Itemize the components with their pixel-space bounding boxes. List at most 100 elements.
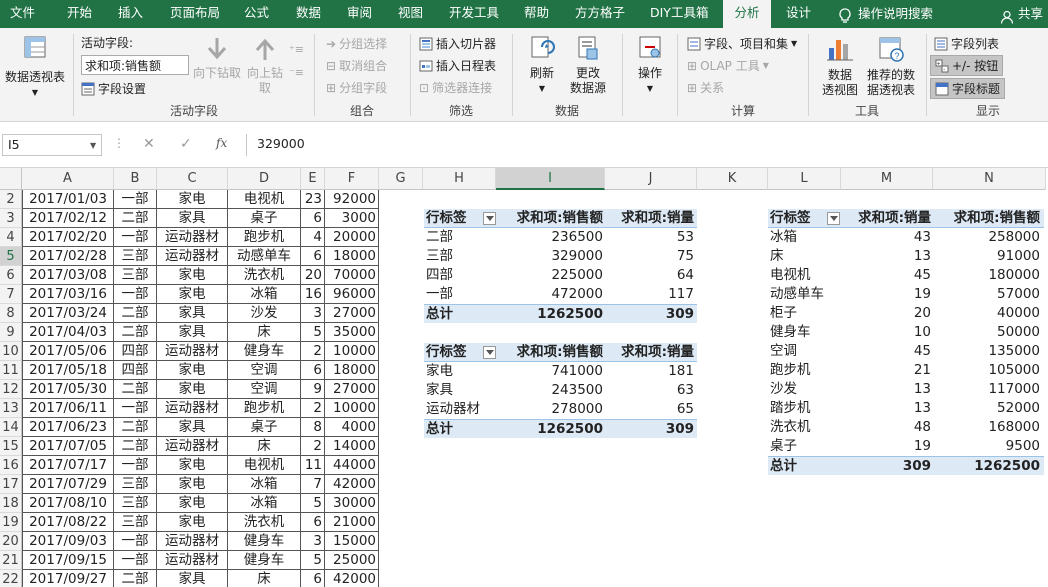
plus-minus-button[interactable]: + - +/- 按钮 xyxy=(930,55,1004,76)
group-selection-button[interactable]: ➔ 分组选择 xyxy=(326,35,387,52)
cell-e[interactable]: 20 xyxy=(301,266,325,285)
cell-d[interactable]: 桌子 xyxy=(228,209,301,228)
cell-c[interactable]: 家电 xyxy=(157,513,228,532)
pivot-row[interactable]: 三部 329000 75 xyxy=(424,247,697,266)
cell-e[interactable]: 16 xyxy=(301,285,325,304)
row-header[interactable]: 10 xyxy=(0,342,22,361)
row-header[interactable]: 12 xyxy=(0,380,22,399)
cell-f[interactable]: 35000 xyxy=(325,323,379,342)
row-header[interactable]: 4 xyxy=(0,228,22,247)
cell-e[interactable]: 5 xyxy=(301,494,325,513)
cell-d[interactable]: 床 xyxy=(228,570,301,587)
refresh-button[interactable]: 刷新 ▼ xyxy=(522,34,562,96)
cell-c[interactable]: 家具 xyxy=(157,323,228,342)
tab-design[interactable]: 设计 xyxy=(786,0,811,28)
recommended-pivot-button[interactable]: ? 推荐的数 据透视表 xyxy=(862,34,920,98)
column-header-k[interactable]: K xyxy=(697,168,768,190)
cell-d[interactable]: 洗衣机 xyxy=(228,266,301,285)
cell-d[interactable]: 电视机 xyxy=(228,190,301,209)
function-icon[interactable]: fx xyxy=(216,136,227,150)
cell-b[interactable]: 二部 xyxy=(114,418,157,437)
cell-e[interactable]: 3 xyxy=(301,532,325,551)
worksheet-grid[interactable]: ABCDEFGHIJKLMN 2 3 4 5 6 7 8 9 10 11 12 13 14 15 16 17 1… xyxy=(0,168,1048,587)
name-box-dropdown-icon[interactable]: ▼ xyxy=(90,141,96,150)
cell-d[interactable]: 健身车 xyxy=(228,551,301,570)
column-header-j[interactable]: J xyxy=(605,168,697,190)
row-header[interactable]: 18 xyxy=(0,494,22,513)
cell-b[interactable]: 一部 xyxy=(114,228,157,247)
row-header[interactable]: 14 xyxy=(0,418,22,437)
cell-e[interactable]: 7 xyxy=(301,475,325,494)
cell-d[interactable]: 冰箱 xyxy=(228,494,301,513)
cell-b[interactable]: 三部 xyxy=(114,494,157,513)
cell-a[interactable]: 2017/02/28 xyxy=(22,247,114,266)
cell-e[interactable]: 11 xyxy=(301,456,325,475)
cell-b[interactable]: 三部 xyxy=(114,513,157,532)
cell-e[interactable]: 6 xyxy=(301,361,325,380)
cell-d[interactable]: 空调 xyxy=(228,361,301,380)
cell-b[interactable]: 二部 xyxy=(114,323,157,342)
tab-view[interactable]: 视图 xyxy=(398,0,423,28)
cell-a[interactable]: 2017/03/16 xyxy=(22,285,114,304)
expand-collapse-icons[interactable]: ⁺≡ ⁻≡ xyxy=(289,38,304,84)
column-header-f[interactable]: F xyxy=(325,168,379,190)
cell-a[interactable]: 2017/07/17 xyxy=(22,456,114,475)
pivot-table-product[interactable]: 行标签 求和项:销量 求和项:销售额 冰箱 43 258000 床 13 91000 电视机 45 1… xyxy=(768,209,1044,475)
cell-a[interactable]: 2017/05/18 xyxy=(22,361,114,380)
cell-e[interactable]: 6 xyxy=(301,513,325,532)
cell-f[interactable]: 18000 xyxy=(325,247,379,266)
cell-c[interactable]: 家电 xyxy=(157,456,228,475)
row-header[interactable]: 8 xyxy=(0,304,22,323)
cell-b[interactable]: 四部 xyxy=(114,361,157,380)
cell-c[interactable]: 运动器材 xyxy=(157,247,228,266)
pivot-total-row[interactable]: 总计 1262500 309 xyxy=(424,304,697,323)
pivot-row[interactable]: 踏步机 13 52000 xyxy=(768,399,1044,418)
row-header[interactable]: 17 xyxy=(0,475,22,494)
column-header-g[interactable]: G xyxy=(379,168,423,190)
cell-a[interactable]: 2017/08/22 xyxy=(22,513,114,532)
cell-e[interactable]: 9 xyxy=(301,380,325,399)
cell-c[interactable]: 家电 xyxy=(157,266,228,285)
pivot-row[interactable]: 空调 45 135000 xyxy=(768,342,1044,361)
tab-file[interactable]: 文件 xyxy=(10,0,35,28)
olap-tools-button[interactable]: ⊞ OLAP 工具 ▼ xyxy=(687,57,769,74)
cell-e[interactable]: 2 xyxy=(301,399,325,418)
column-header-l[interactable]: L xyxy=(768,168,841,190)
cell-f[interactable]: 3000 xyxy=(325,209,379,228)
row-header[interactable]: 19 xyxy=(0,513,22,532)
cell-c[interactable]: 家电 xyxy=(157,380,228,399)
cell-d[interactable]: 健身车 xyxy=(228,532,301,551)
cell-e[interactable]: 8 xyxy=(301,418,325,437)
field-headers-button[interactable]: 字段标题 xyxy=(930,78,1006,99)
cell-b[interactable]: 二部 xyxy=(114,380,157,399)
cell-a[interactable]: 2017/06/23 xyxy=(22,418,114,437)
pivot-row[interactable]: 跑步机 21 105000 xyxy=(768,361,1044,380)
cell-a[interactable]: 2017/08/10 xyxy=(22,494,114,513)
cell-a[interactable]: 2017/05/06 xyxy=(22,342,114,361)
cell-b[interactable]: 一部 xyxy=(114,285,157,304)
column-header-m[interactable]: M xyxy=(841,168,933,190)
cell-b[interactable]: 三部 xyxy=(114,475,157,494)
active-field-input[interactable]: 求和项:销售额 xyxy=(81,55,189,75)
cell-e[interactable]: 4 xyxy=(301,228,325,247)
cell-a[interactable]: 2017/07/05 xyxy=(22,437,114,456)
cell-c[interactable]: 家电 xyxy=(157,494,228,513)
cell-a[interactable]: 2017/02/12 xyxy=(22,209,114,228)
tab-fangfang[interactable]: 方方格子 xyxy=(575,0,625,28)
cell-b[interactable]: 二部 xyxy=(114,304,157,323)
fields-items-sets-button[interactable]: 字段、项目和集 ▼ xyxy=(687,35,797,52)
pivot-chart-button[interactable]: 数据 透视图 xyxy=(816,34,864,98)
cell-e[interactable]: 5 xyxy=(301,551,325,570)
cell-d[interactable]: 桌子 xyxy=(228,418,301,437)
cell-c[interactable]: 家电 xyxy=(157,190,228,209)
cell-b[interactable]: 一部 xyxy=(114,399,157,418)
cell-a[interactable]: 2017/09/03 xyxy=(22,532,114,551)
column-header-h[interactable]: H xyxy=(423,168,496,190)
tab-diy-toolbox[interactable]: DIY工具箱 xyxy=(650,0,708,28)
pivot-table-category[interactable]: 行标签 求和项:销售额 求和项:销量 家电 741000 181 家具 243500 63 运动器… xyxy=(424,343,697,438)
cell-c[interactable]: 运动器材 xyxy=(157,551,228,570)
select-all-corner[interactable] xyxy=(0,168,22,190)
cell-f[interactable]: 96000 xyxy=(325,285,379,304)
row-header[interactable]: 21 xyxy=(0,551,22,570)
pivot-row[interactable]: 家具 243500 63 xyxy=(424,381,697,400)
